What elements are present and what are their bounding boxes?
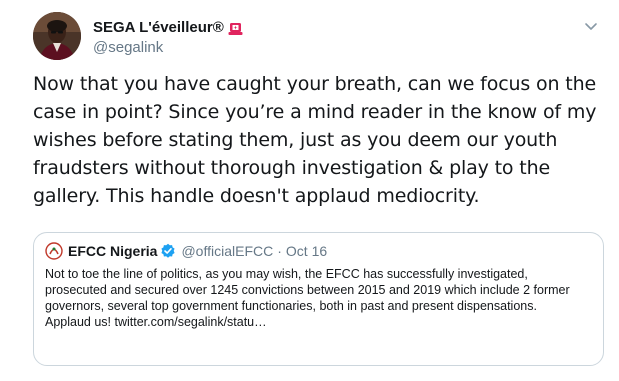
chevron-down-icon[interactable]	[581, 16, 601, 36]
tweet-text: Now that you have caught your breath, ca…	[33, 73, 597, 207]
author-avatar[interactable]	[33, 12, 81, 60]
tweet-header: SEGA L'éveilleur® @segalink	[93, 18, 244, 58]
verified-badge-icon	[160, 243, 176, 259]
author-name[interactable]: SEGA L'éveilleur®	[93, 18, 224, 38]
quoted-author-handle[interactable]: @officialEFCC	[181, 241, 273, 261]
quoted-author-name[interactable]: EFCC Nigeria	[68, 241, 157, 261]
quoted-tweet-header: EFCC Nigeria @officialEFCC · Oct 16	[45, 241, 592, 261]
quoted-tweet-date[interactable]: Oct 16	[286, 241, 327, 261]
quoted-author-avatar[interactable]	[45, 242, 63, 260]
quoted-tweet[interactable]: EFCC Nigeria @officialEFCC · Oct 16 Not …	[33, 232, 604, 366]
meta-separator: ·	[277, 243, 282, 259]
tweet-card: SEGA L'éveilleur® @segalink Now that you…	[0, 0, 619, 381]
quoted-tweet-text: Not to toe the line of politics, as you …	[45, 267, 570, 329]
siren-icon	[227, 20, 244, 37]
author-handle[interactable]: @segalink	[93, 38, 244, 58]
author-name-row[interactable]: SEGA L'éveilleur®	[93, 18, 244, 38]
